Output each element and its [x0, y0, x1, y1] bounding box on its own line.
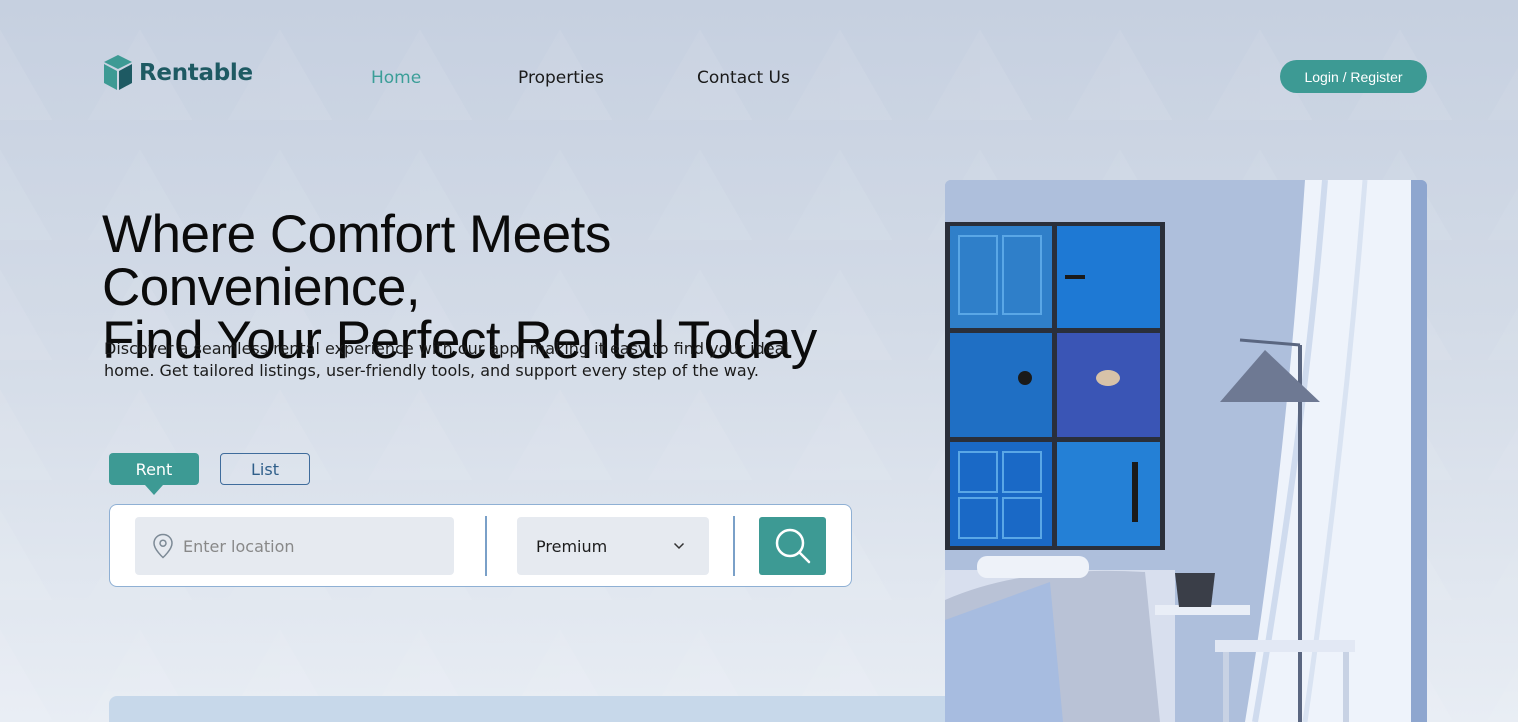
location-pin-icon: [153, 533, 173, 559]
hero-title-line-1: Where Comfort Meets Convenience,: [102, 205, 611, 317]
hero-interior-image: [945, 180, 1427, 722]
category-select[interactable]: Premium: [517, 517, 709, 575]
brand-logo[interactable]: Rentable: [103, 55, 253, 90]
search-bar: Premium: [109, 504, 852, 587]
interior-illustration: [945, 180, 1427, 722]
nav-contact-us[interactable]: Contact Us: [697, 68, 790, 88]
divider: [485, 516, 487, 576]
category-selected-value: Premium: [536, 536, 608, 556]
search-button[interactable]: [759, 517, 826, 575]
featured-strip: [109, 696, 949, 722]
location-input[interactable]: [183, 536, 433, 556]
login-register-button[interactable]: Login / Register: [1280, 60, 1427, 93]
tab-rent[interactable]: Rent: [109, 453, 199, 495]
logo-cube-icon: [104, 55, 132, 90]
hero-description-line-2: home. Get tailored listings, user-friend…: [104, 361, 759, 380]
nav-properties[interactable]: Properties: [518, 68, 604, 88]
tab-list[interactable]: List: [220, 453, 310, 485]
hero-description-line-1: Discover a seamless rental experience wi…: [104, 339, 789, 358]
chevron-down-icon: [673, 542, 685, 550]
divider: [733, 516, 735, 576]
search-icon: [775, 528, 810, 564]
hero-description: Discover a seamless rental experience wi…: [104, 338, 804, 382]
logo-text: Rentable: [139, 59, 253, 86]
location-field[interactable]: [135, 517, 454, 575]
nav-home[interactable]: Home: [371, 68, 421, 88]
